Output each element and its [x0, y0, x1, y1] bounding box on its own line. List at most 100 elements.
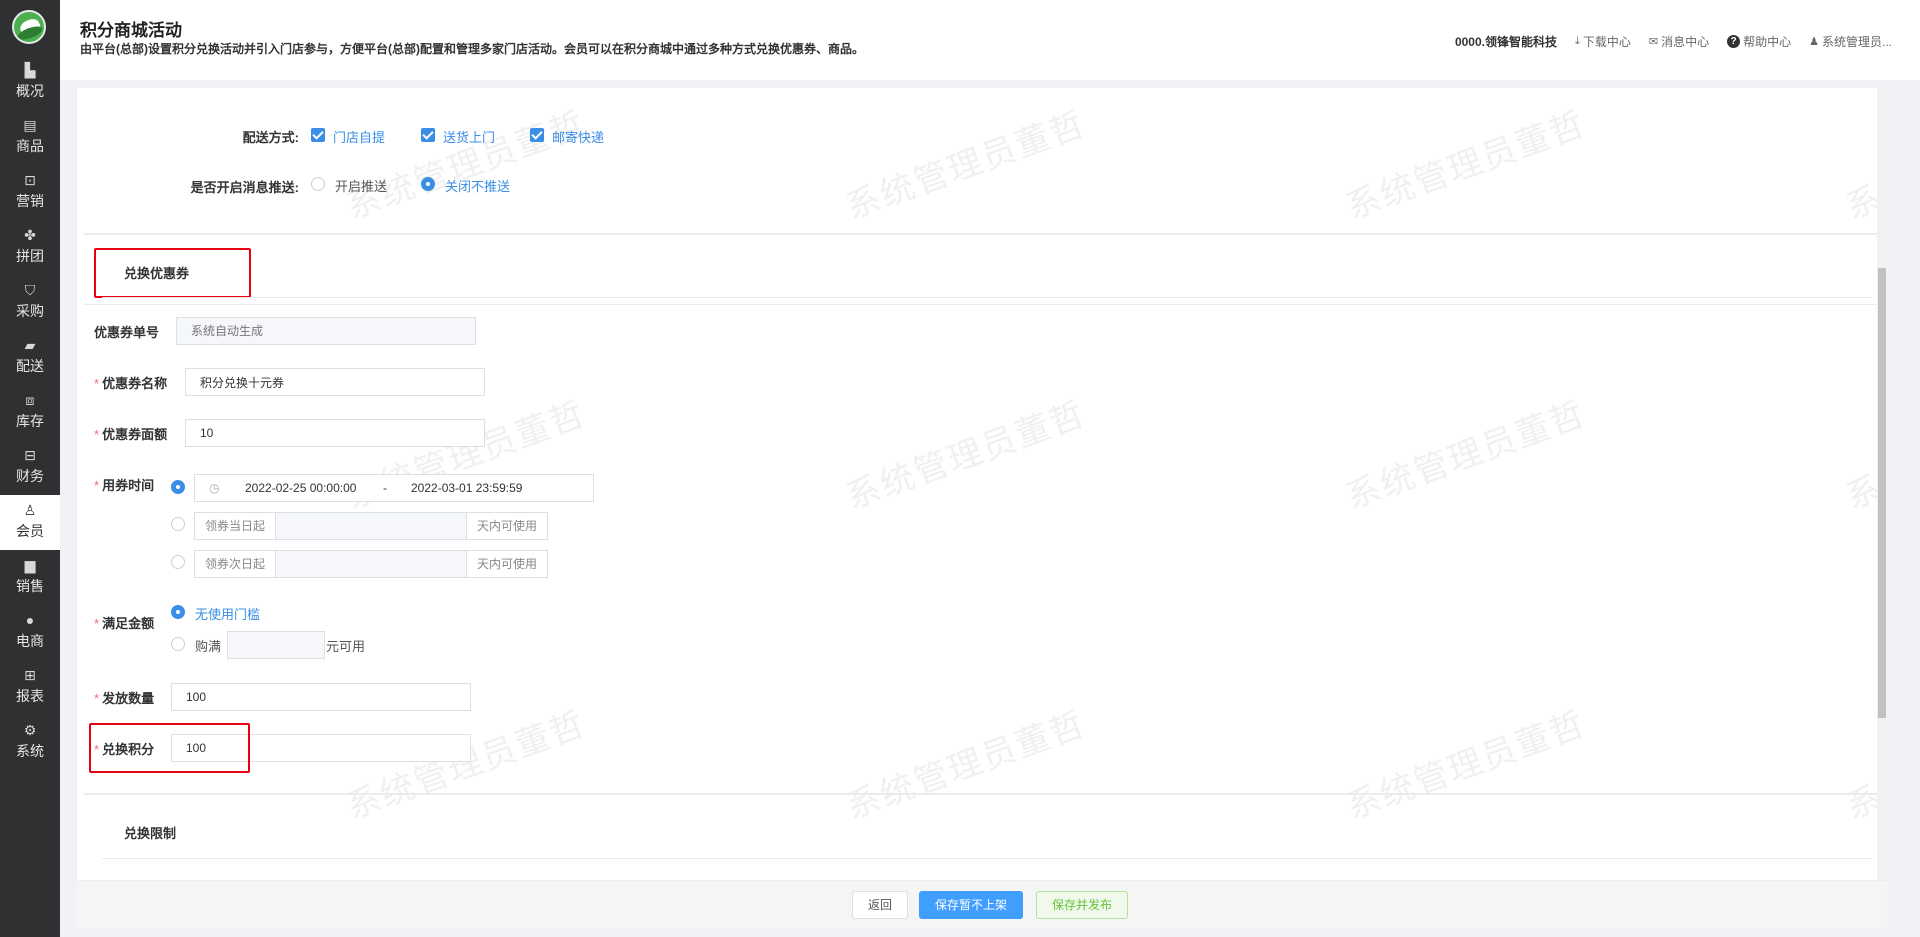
sidebar-item-label: 财务: [16, 468, 44, 484]
section-divider: [102, 858, 1872, 859]
same-day-prefix: 领券当日起: [194, 512, 276, 540]
threshold-prefix: 购满: [195, 639, 222, 654]
issue-quantity-input[interactable]: [171, 683, 471, 711]
checkbox-home-delivery-label[interactable]: 送货上门: [443, 127, 495, 146]
radio-push-on[interactable]: [311, 177, 325, 191]
save-publish-button[interactable]: 保存并发布: [1036, 891, 1128, 919]
highlight-box: [94, 248, 251, 298]
sidebar-item-marketing[interactable]: ⊡ 营销: [0, 165, 60, 220]
sidebar-item-label: 销售: [16, 578, 44, 594]
message-center-label: 消息中心: [1661, 35, 1710, 49]
threshold-suffix: 元可用: [326, 639, 366, 654]
message-center-link[interactable]: ✉ 消息中心: [1649, 33, 1709, 50]
usage-time-label-text: 用券时间: [102, 478, 155, 493]
person-icon: ●: [25, 612, 35, 628]
sidebar-item-report[interactable]: ⊞ 报表: [0, 660, 60, 715]
sidebar: ▙ 概况 ▤ 商品 ⊡ 营销 ✤ 拼团 ⛉ 采购 ▰ 配送 ⧈ 库存 ⊟ 财务 …: [0, 0, 60, 937]
chart-icon: ⊞: [24, 667, 36, 683]
radio-push-on-label[interactable]: 开启推送: [335, 176, 387, 195]
help-center-link[interactable]: ? 帮助中心: [1727, 33, 1791, 50]
sidebar-item-delivery[interactable]: ▰ 配送: [0, 330, 60, 385]
sidebar-item-label: 拼团: [16, 248, 44, 264]
sidebar-item-label: 系统: [16, 743, 44, 759]
download-center-link[interactable]: ⤓ 下载中心: [1575, 33, 1631, 50]
radio-push-off-label[interactable]: 关闭不推送: [445, 176, 510, 195]
coupon-amount-input[interactable]: [185, 419, 485, 447]
section-divider: [102, 297, 1872, 298]
watermark: 系统管理员董哲: [1341, 104, 1592, 227]
document-icon: ▤: [23, 117, 37, 133]
date-end[interactable]: 2022-03-01 23:59:59: [411, 475, 522, 501]
section-divider: [84, 793, 1884, 795]
clock-icon: ◷: [209, 481, 220, 495]
watermark: 系统管理员董哲: [1341, 394, 1592, 517]
sidebar-item-member[interactable]: ♙ 会员: [0, 495, 60, 550]
threshold-label: * 满足金额: [94, 616, 155, 631]
sidebar-item-label: 电商: [16, 633, 44, 649]
coupon-amount-label: * 优惠券面额: [94, 427, 168, 442]
section-divider: [84, 304, 1884, 305]
radio-same-day[interactable]: [171, 517, 185, 531]
checkbox-store-pickup[interactable]: [311, 128, 325, 142]
date-range-picker[interactable]: ◷ 2022-02-25 00:00:00 - 2022-03-01 23:59…: [194, 474, 594, 502]
threshold-label-text: 满足金额: [102, 616, 155, 631]
register-icon: ▆: [24, 557, 36, 573]
cart-icon: ⛉: [24, 282, 36, 298]
page-description: 由平台(总部)设置积分兑换活动并引入门店参与，方便平台(总部)配置和管理多家门店…: [80, 42, 864, 56]
sidebar-item-label: 营销: [16, 193, 44, 209]
sidebar-item-finance[interactable]: ⊟ 财务: [0, 440, 60, 495]
user-menu[interactable]: ♟ 系统管理员...: [1809, 33, 1892, 50]
checkbox-mail-express-label[interactable]: 邮寄快递: [552, 127, 604, 146]
sidebar-item-label: 库存: [16, 413, 44, 429]
threshold-amount-input[interactable]: [227, 631, 325, 659]
finance-icon: ⊟: [24, 447, 36, 463]
header-toolbar: 0000.领锋智能科技 ⤓ 下载中心 ✉ 消息中心 ? 帮助中心 ♟ 系统管理员…: [1455, 33, 1892, 50]
user-name: 系统管理员...: [1821, 35, 1892, 49]
vertical-scrollbar[interactable]: [1877, 88, 1887, 880]
download-icon: ⤓: [1574, 35, 1580, 47]
sidebar-item-inventory[interactable]: ⧈ 库存: [0, 385, 60, 440]
download-center-label: 下载中心: [1582, 35, 1631, 49]
coupon-number-input[interactable]: [176, 317, 476, 345]
sidebar-item-purchase[interactable]: ⛉ 采购: [0, 275, 60, 330]
next-day-input[interactable]: [276, 550, 466, 578]
checkbox-mail-express[interactable]: [530, 128, 544, 142]
sidebar-item-sales[interactable]: ▆ 销售: [0, 550, 60, 605]
watermark: 系统管理员董哲: [1341, 704, 1592, 827]
checkbox-home-delivery[interactable]: [421, 128, 435, 142]
watermark: 系统管理员董哲: [841, 104, 1092, 227]
sidebar-item-system[interactable]: ⚙ 系统: [0, 715, 60, 770]
watermark: 系统管理员董哲: [841, 394, 1092, 517]
sidebar-item-label: 概况: [16, 83, 44, 99]
same-day-suffix: 天内可使用: [466, 512, 548, 540]
radio-no-threshold-label[interactable]: 无使用门槛: [195, 604, 260, 623]
radio-no-threshold[interactable]: [171, 605, 185, 619]
sidebar-item-overview[interactable]: ▙ 概况: [0, 55, 60, 110]
save-draft-button[interactable]: 保存暂不上架: [919, 891, 1023, 919]
coupon-name-input[interactable]: [185, 368, 485, 396]
help-center-label: 帮助中心: [1743, 35, 1792, 49]
app-logo[interactable]: [12, 10, 46, 44]
same-day-input[interactable]: [276, 512, 466, 540]
sidebar-item-groupbuy[interactable]: ✤ 拼团: [0, 220, 60, 275]
footer-bar: 返回 保存暂不上架 保存并发布: [77, 880, 1887, 928]
radio-push-off[interactable]: [421, 177, 435, 191]
radio-time-range[interactable]: [171, 480, 185, 494]
sidebar-item-ecommerce[interactable]: ● 电商: [0, 605, 60, 660]
truck-icon: ▰: [24, 337, 36, 353]
watermark: 系统管理员董哲: [841, 704, 1092, 827]
back-button[interactable]: 返回: [852, 891, 908, 919]
section-divider: [84, 233, 1884, 235]
push-label: 是否开启消息推送:: [190, 180, 299, 195]
radio-next-day[interactable]: [171, 555, 185, 569]
radio-threshold-amount[interactable]: [171, 637, 185, 651]
scroll-thumb[interactable]: [1878, 268, 1886, 718]
issue-quantity-label-text: 发放数量: [102, 691, 155, 706]
grid-icon: ✤: [24, 227, 36, 243]
page-header: 积分商城活动 由平台(总部)设置积分兑换活动并引入门店参与，方便平台(总部)配置…: [60, 0, 1920, 80]
date-start[interactable]: 2022-02-25 00:00:00: [245, 475, 356, 501]
checkbox-store-pickup-label[interactable]: 门店自提: [333, 127, 385, 146]
company-name: 0000.领锋智能科技: [1454, 35, 1557, 49]
sidebar-item-goods[interactable]: ▤ 商品: [0, 110, 60, 165]
watermark: 系统管理员董哲: [341, 104, 592, 227]
